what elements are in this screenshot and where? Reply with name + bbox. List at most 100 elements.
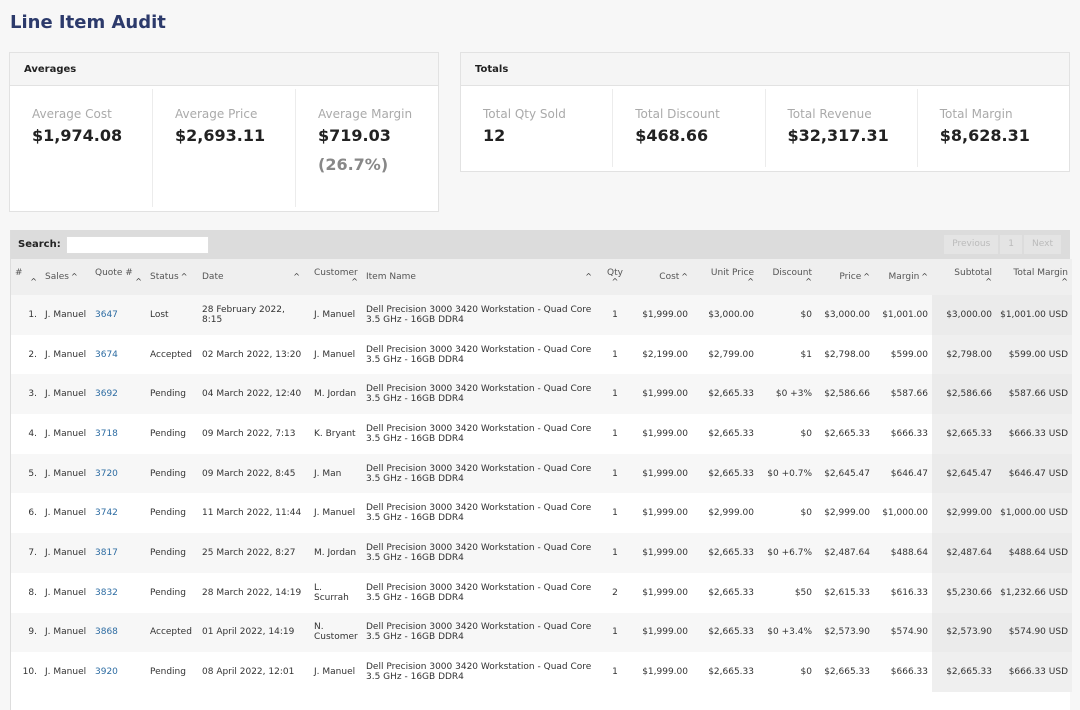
sort-caret-icon[interactable]: ^ <box>936 278 992 286</box>
cell-item: Dell Precision 3000 3420 Workstation - Q… <box>362 493 602 534</box>
cell-margin: $488.64 <box>874 533 932 573</box>
cell-n: 5. <box>11 453 41 494</box>
stat-label: Average Price <box>175 107 258 121</box>
cell-unit-price: $2,665.33 <box>692 453 758 494</box>
quote-link[interactable]: 3647 <box>95 310 118 320</box>
cell-total-margin: $574.90 USD <box>996 612 1072 653</box>
sort-caret-icon[interactable]: ^ <box>762 278 812 286</box>
col-status-header[interactable]: Status ^ <box>146 259 198 295</box>
cell-unit-price: $2,999.00 <box>692 493 758 534</box>
quote-link[interactable]: 3817 <box>95 548 118 558</box>
next-page-button[interactable]: Next <box>1024 235 1061 254</box>
quote-link[interactable]: 3674 <box>95 350 118 360</box>
totals-header: Totals <box>461 53 1069 86</box>
cell-margin: $599.00 <box>874 334 932 375</box>
cell-date: 04 March 2022, 12:40 <box>198 374 310 415</box>
sort-caret-icon[interactable]: ^ <box>181 272 188 281</box>
cell-price: $2,999.00 <box>816 493 874 534</box>
cell-status: Pending <box>146 453 198 494</box>
sort-caret-icon[interactable]: ^ <box>15 278 37 286</box>
col-margin-header[interactable]: Margin ^ <box>874 259 932 295</box>
cell-customer: J. Manuel <box>310 493 362 534</box>
col-number-header[interactable]: # ^ <box>11 259 41 295</box>
sort-caret-icon[interactable]: ^ <box>293 272 300 281</box>
cell-price: $2,487.64 <box>816 533 874 573</box>
col-subtotal-header[interactable]: Subtotal ^ <box>932 259 996 295</box>
cell-margin: $646.47 <box>874 453 932 494</box>
cell-discount: $0 +0.7% <box>758 453 816 494</box>
col-date-header[interactable]: Date ^ <box>198 259 310 295</box>
cell-n: 8. <box>11 572 41 613</box>
stat-value: $468.66 <box>635 126 709 145</box>
table-row: 7. J. Manuel 3817 Pending 25 March 2022, 8:2… <box>11 533 1072 573</box>
stat-value: $8,628.31 <box>939 126 1030 145</box>
sort-caret-icon[interactable]: ^ <box>863 272 870 281</box>
search-input[interactable] <box>65 235 209 254</box>
cell-n: 2. <box>11 334 41 375</box>
cell-sales: J. Manuel <box>41 334 91 375</box>
page-1-button[interactable]: 1 <box>1000 235 1023 254</box>
previous-page-button[interactable]: Previous <box>944 235 999 254</box>
cell-qty: 1 <box>602 453 628 494</box>
stat-value: $32,317.31 <box>787 126 889 145</box>
quote-link[interactable]: 3832 <box>95 588 118 598</box>
averages-header: Averages <box>10 53 438 86</box>
cell-price: $2,665.33 <box>816 414 874 454</box>
col-qty-header[interactable]: Qty ^ <box>602 259 628 295</box>
cell-qty: 1 <box>602 533 628 573</box>
cell-date: 28 February 2022, 8:15 <box>198 295 310 335</box>
column-label: Date <box>202 272 224 282</box>
col-total-margin-header[interactable]: Total Margin ^ <box>996 259 1072 295</box>
quote-link[interactable]: 3718 <box>95 429 118 439</box>
cell-discount: $0 <box>758 414 816 454</box>
cell-item: Dell Precision 3000 3420 Workstation - Q… <box>362 334 602 375</box>
col-unit-price-header[interactable]: Unit Price ^ <box>692 259 758 295</box>
quote-link[interactable]: 3920 <box>95 667 118 677</box>
col-item-name-header[interactable]: Item Name ^ <box>362 259 602 295</box>
stat-label: Total Discount <box>635 107 720 121</box>
sort-caret-icon[interactable]: ^ <box>585 272 592 281</box>
sort-caret-icon[interactable]: ^ <box>681 272 688 281</box>
cell-quote: 3720 <box>91 453 146 494</box>
page-title: Line Item Audit <box>10 12 166 33</box>
cell-customer: N. Customer <box>310 612 362 653</box>
cell-margin: $574.90 <box>874 612 932 653</box>
quote-link[interactable]: 3868 <box>95 627 118 637</box>
cell-sales: J. Manuel <box>41 414 91 454</box>
sort-caret-icon[interactable]: ^ <box>606 278 624 286</box>
col-quote-header[interactable]: Quote # ^ <box>91 259 146 295</box>
cell-customer: J. Manuel <box>310 652 362 692</box>
cell-discount: $0 <box>758 493 816 534</box>
cell-cost: $1,999.00 <box>628 453 692 494</box>
sort-caret-icon[interactable]: ^ <box>95 278 142 286</box>
quote-link[interactable]: 3720 <box>95 469 118 479</box>
cell-subtotal: $2,798.00 <box>932 334 996 375</box>
cell-customer: K. Bryant <box>310 414 362 454</box>
cell-cost: $1,999.00 <box>628 374 692 415</box>
cell-customer: L. Scurrah <box>310 572 362 613</box>
sort-caret-icon[interactable]: ^ <box>314 278 358 286</box>
col-customer-header[interactable]: Customer ^ <box>310 259 362 295</box>
cell-unit-price: $2,665.33 <box>692 533 758 573</box>
cell-price: $2,573.90 <box>816 612 874 653</box>
sort-caret-icon[interactable]: ^ <box>696 278 754 286</box>
col-discount-header[interactable]: Discount ^ <box>758 259 816 295</box>
cell-status: Lost <box>146 295 198 335</box>
cell-discount: $1 <box>758 334 816 375</box>
quote-link[interactable]: 3742 <box>95 508 118 518</box>
sort-caret-icon[interactable]: ^ <box>1000 278 1068 286</box>
column-label: Margin <box>888 272 920 282</box>
sort-caret-icon[interactable]: ^ <box>921 272 928 281</box>
cell-discount: $0 +3% <box>758 374 816 415</box>
col-sales-header[interactable]: Sales ^ <box>41 259 91 295</box>
cell-status: Pending <box>146 374 198 415</box>
cell-qty: 2 <box>602 572 628 613</box>
cell-date: 09 March 2022, 7:13 <box>198 414 310 454</box>
col-price-header[interactable]: Price ^ <box>816 259 874 295</box>
sort-caret-icon[interactable]: ^ <box>71 272 78 281</box>
cell-date: 01 April 2022, 14:19 <box>198 612 310 653</box>
cell-sales: J. Manuel <box>41 572 91 613</box>
quote-link[interactable]: 3692 <box>95 389 118 399</box>
col-cost-header[interactable]: Cost ^ <box>628 259 692 295</box>
cell-n: 9. <box>11 612 41 653</box>
